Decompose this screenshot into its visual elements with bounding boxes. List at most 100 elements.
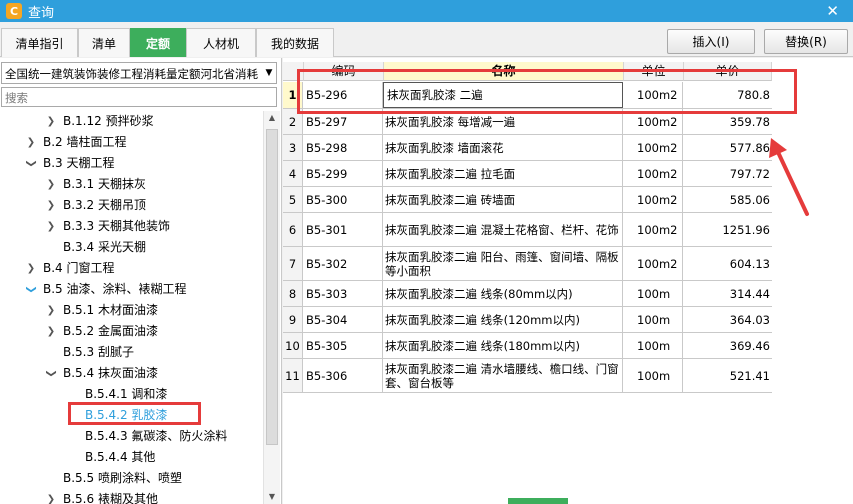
tree-item[interactable]: ❯ B.3.1 天棚抹灰 [1,174,263,195]
tree-item[interactable]: ❯ B.3 天棚工程 [1,153,263,174]
tree-item[interactable]: ❯ B.2 墙柱面工程 [1,132,263,153]
table-row[interactable]: 5 B5-300 抹灰面乳胶漆二遍 砖墙面 100m2 585.06 [283,187,772,213]
tab-labor-material-machine[interactable]: 人材机 [186,28,256,57]
chevron-right-icon[interactable]: ❯ [45,111,57,132]
tree-item[interactable]: ❯ B.4 门窗工程 [1,258,263,279]
insert-button[interactable]: 插入(I) [667,29,755,54]
tree-item-label: B.2 墙柱面工程 [43,135,127,149]
window-title: 查询 [28,5,55,21]
tree-item[interactable]: B.5.4.2 乳胶漆 [1,405,263,426]
table-row[interactable]: 4 B5-299 抹灰面乳胶漆二遍 拉毛面 100m2 797.72 [283,161,772,187]
tree-item[interactable]: ❯ B.1.12 预拌砂浆 [1,111,263,132]
cell-name-text: 抹灰面乳胶漆二遍 砖墙面 [385,192,516,207]
cell-name-text: 抹灰面乳胶漆二遍 阳台、雨篷、窗间墙、隔板等小面积 [385,249,619,278]
row-index: 6 [283,213,303,246]
cell-unit: 100m2 [623,213,683,246]
tree-item[interactable]: B.5.4.1 调和漆 [1,384,263,405]
chevron-down-icon[interactable]: ▼ [262,63,276,83]
chevron-right-icon[interactable]: ❯ [45,321,57,342]
chevron-right-icon[interactable]: ❯ [45,195,57,216]
tree-item[interactable]: B.5.4.3 氟碳漆、防火涂料 [1,426,263,447]
tree-item[interactable]: B.5.4.4 其他 [1,447,263,468]
table-row[interactable]: 9 B5-304 抹灰面乳胶漆二遍 线条(120mm以内) 100m 364.03 [283,307,772,333]
tree-item[interactable]: ❯ B.5.1 木材面油漆 [1,300,263,321]
tab-bar: 清单指引 清单 定额 人材机 我的数据 插入(I) 替换(R) [0,23,853,57]
search-input[interactable]: 搜索 [1,87,277,107]
table-row[interactable]: 6 B5-301 抹灰面乳胶漆二遍 混凝土花格窗、栏杆、花饰 100m2 1251.96 [283,213,772,247]
cell-code: B5-300 [303,187,383,212]
tree-item[interactable]: B.5.5 喷刷涂料、喷塑 [1,468,263,489]
tree-item-label: B.3 天棚工程 [43,156,115,170]
col-header-price[interactable]: 单价 [684,62,772,81]
row-index: 5 [283,187,303,212]
replace-button[interactable]: 替换(R) [764,29,848,54]
table-row[interactable]: 10 B5-305 抹灰面乳胶漆二遍 线条(180mm以内) 100m 369.46 [283,333,772,359]
tree-item-label: B.3.4 采光天棚 [63,240,146,254]
tree-item[interactable]: ❯ B.5.4 抹灰面油漆 [1,363,263,384]
cell-code: B5-303 [303,281,383,306]
row-index: 1 [283,82,303,108]
chevron-down-icon[interactable]: ❯ [41,368,62,380]
cell-price: 577.86 [729,140,770,155]
tree-item-label: B.5.4.3 氟碳漆、防火涂料 [85,429,228,443]
tree-item[interactable]: ❯ B.3.3 天棚其他装饰 [1,216,263,237]
scroll-up-icon[interactable]: ▲ [264,111,280,125]
row-index: 4 [283,161,303,186]
col-header-code[interactable]: 编码 [304,62,384,81]
table-row[interactable]: 8 B5-303 抹灰面乳胶漆二遍 线条(80mm以内) 100m 314.44 [283,281,772,307]
cell-code: B5-306 [303,359,383,392]
cell-unit: 100m [623,281,683,306]
scroll-down-icon[interactable]: ▼ [264,490,280,504]
chevron-down-icon[interactable]: ❯ [21,284,42,296]
tree-item[interactable]: ❯ B.5.6 裱糊及其他 [1,489,263,504]
tree-item[interactable]: B.5.3 刮腻子 [1,342,263,363]
row-index: 8 [283,281,303,306]
cell-price: 359.78 [729,114,770,129]
cell-price: 604.13 [729,256,770,271]
table-row[interactable]: 2 B5-297 抹灰面乳胶漆 每增减一遍 100m2 359.78 [283,109,772,135]
row-index: 7 [283,247,303,280]
chevron-right-icon[interactable]: ❯ [25,132,37,153]
chevron-right-icon[interactable]: ❯ [25,258,37,279]
cell-price: 521.41 [729,368,770,383]
row-index: 9 [283,307,303,332]
tree-item[interactable]: ❯ B.5 油漆、涂料、裱糊工程 [1,279,263,300]
cell-code: B5-296 [303,82,383,108]
col-header-unit[interactable]: 单位 [624,62,684,81]
chevron-right-icon[interactable]: ❯ [45,300,57,321]
cell-code: B5-297 [303,109,383,134]
quota-library-value: 全国统一建筑装饰装修工程消耗量定额河北省消耗 [5,67,258,81]
table-row[interactable]: 1 B5-296 抹灰面乳胶漆 二遍 100m2 780.8 [283,82,772,109]
cell-unit: 100m2 [623,109,683,134]
scrollbar-thumb[interactable] [266,129,278,445]
quota-library-select[interactable]: 全国统一建筑装饰装修工程消耗量定额河北省消耗 ▼ [1,62,277,84]
cell-name-editor[interactable]: 抹灰面乳胶漆 二遍 [383,82,623,108]
col-header-name[interactable]: 名称 [384,62,624,81]
tree-item-label: B.5.4 抹灰面油漆 [63,366,158,380]
tab-quota[interactable]: 定额 [130,28,186,57]
table-row[interactable]: 3 B5-298 抹灰面乳胶漆 墙面滚花 100m2 577.86 [283,135,772,161]
cell-price: 314.44 [729,286,770,301]
tree-item-label: B.5.6 裱糊及其他 [63,492,158,504]
cell-name: 抹灰面乳胶漆 墙面滚花 [383,135,623,160]
tree-item-label: B.3.3 天棚其他装饰 [63,219,170,233]
tab-bill-guide[interactable]: 清单指引 [1,28,78,57]
col-header-index [283,62,304,81]
close-icon[interactable]: ✕ [826,2,839,20]
tree-item-label: B.5 油漆、涂料、裱糊工程 [43,282,187,296]
tab-bill[interactable]: 清单 [78,28,130,57]
chevron-right-icon[interactable]: ❯ [45,174,57,195]
tree-item[interactable]: ❯ B.3.2 天棚吊顶 [1,195,263,216]
cell-name: 抹灰面乳胶漆二遍 清水墙腰线、檐口线、门窗套、窗台板等 [383,359,623,392]
chevron-down-icon[interactable]: ❯ [21,158,42,170]
tree-scrollbar[interactable]: ▲ ▼ [263,111,280,504]
tree-item[interactable]: ❯ B.5.2 金属面油漆 [1,321,263,342]
table-row[interactable]: 7 B5-302 抹灰面乳胶漆二遍 阳台、雨篷、窗间墙、隔板等小面积 100m2 604… [283,247,772,281]
chevron-right-icon[interactable]: ❯ [45,489,57,504]
tab-my-data[interactable]: 我的数据 [256,28,334,57]
tree-item[interactable]: B.3.4 采光天棚 [1,237,263,258]
tree-item-label: B.3.2 天棚吊顶 [63,198,146,212]
cell-unit: 100m [623,333,683,358]
table-row[interactable]: 11 B5-306 抹灰面乳胶漆二遍 清水墙腰线、檐口线、门窗套、窗台板等 100m 5… [283,359,772,393]
chevron-right-icon[interactable]: ❯ [45,216,57,237]
